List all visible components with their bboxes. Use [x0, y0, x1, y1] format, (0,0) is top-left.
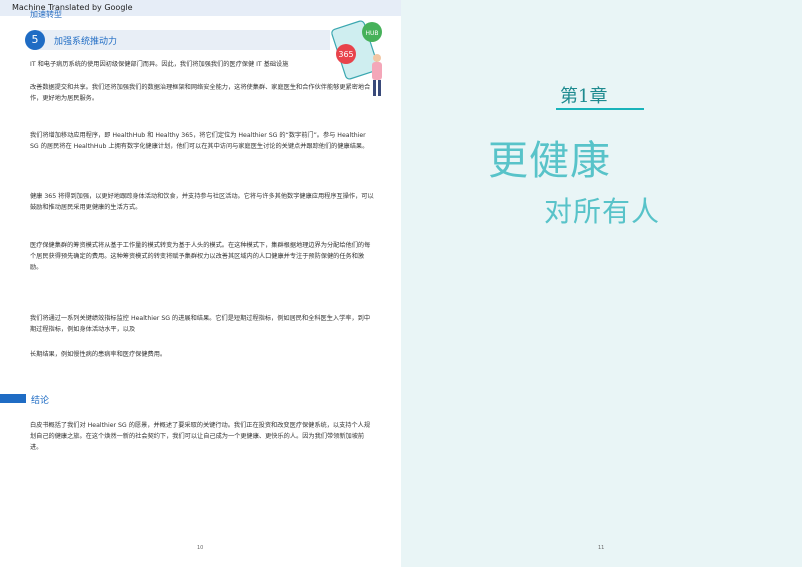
chapter-underline: [556, 108, 644, 110]
left-page: Machine Translated by Google 加速转型 5 加强系统…: [0, 0, 401, 567]
conclusion-title: 结论: [31, 396, 50, 406]
section-title: 加强系统推动力: [54, 37, 118, 47]
chapter-label: 第1章: [560, 86, 608, 107]
paragraph-4: 健康 365 将得到加强，以更好地跟踪身体活动和饮食，并支持参与社区活动。它将与…: [30, 193, 374, 211]
section-number-badge: 5: [25, 30, 45, 50]
paragraph-5: 医疗保健集群的筹资模式将从基于工作量的模式转变为基于人头的模式。在这种模式下，集…: [30, 242, 371, 271]
paragraph-1: IT 和电子病历系统的使用因初级保健部门而异。因此，我们将加强我们的医疗保健 I…: [30, 61, 289, 68]
previous-section-tag: 加速转型: [30, 10, 62, 19]
conclusion-marker: [0, 394, 26, 403]
paragraph-7: 长期结果，例如慢性病的患病率和医疗保健费用。: [30, 351, 167, 358]
paragraph-6: 我们将通过一系列关键绩效指标监控 Healthier SG 的进展和结果。它们是…: [30, 315, 371, 333]
chapter-title-line2: 对所有人: [544, 195, 661, 228]
paragraph-3: 我们将增加移动应用程序，即 HealthHub 和 Healthy 365，将它…: [30, 132, 369, 150]
paragraph-2: 改善数据提交和共享。我们还将加强我们的数据治理框架和网络安全能力，这将使集群、家…: [30, 84, 371, 102]
conclusion-text: 白皮书概括了我们对 Healthier SG 的愿景，并概述了要采取的关键行动。…: [30, 422, 371, 451]
chapter-title-line1: 更健康: [488, 138, 611, 184]
badge-hub-text: HUB: [365, 30, 378, 37]
page-number-left: 10: [197, 545, 204, 551]
badge-365-text: 365: [338, 50, 353, 59]
page-number-right: 11: [598, 545, 605, 551]
